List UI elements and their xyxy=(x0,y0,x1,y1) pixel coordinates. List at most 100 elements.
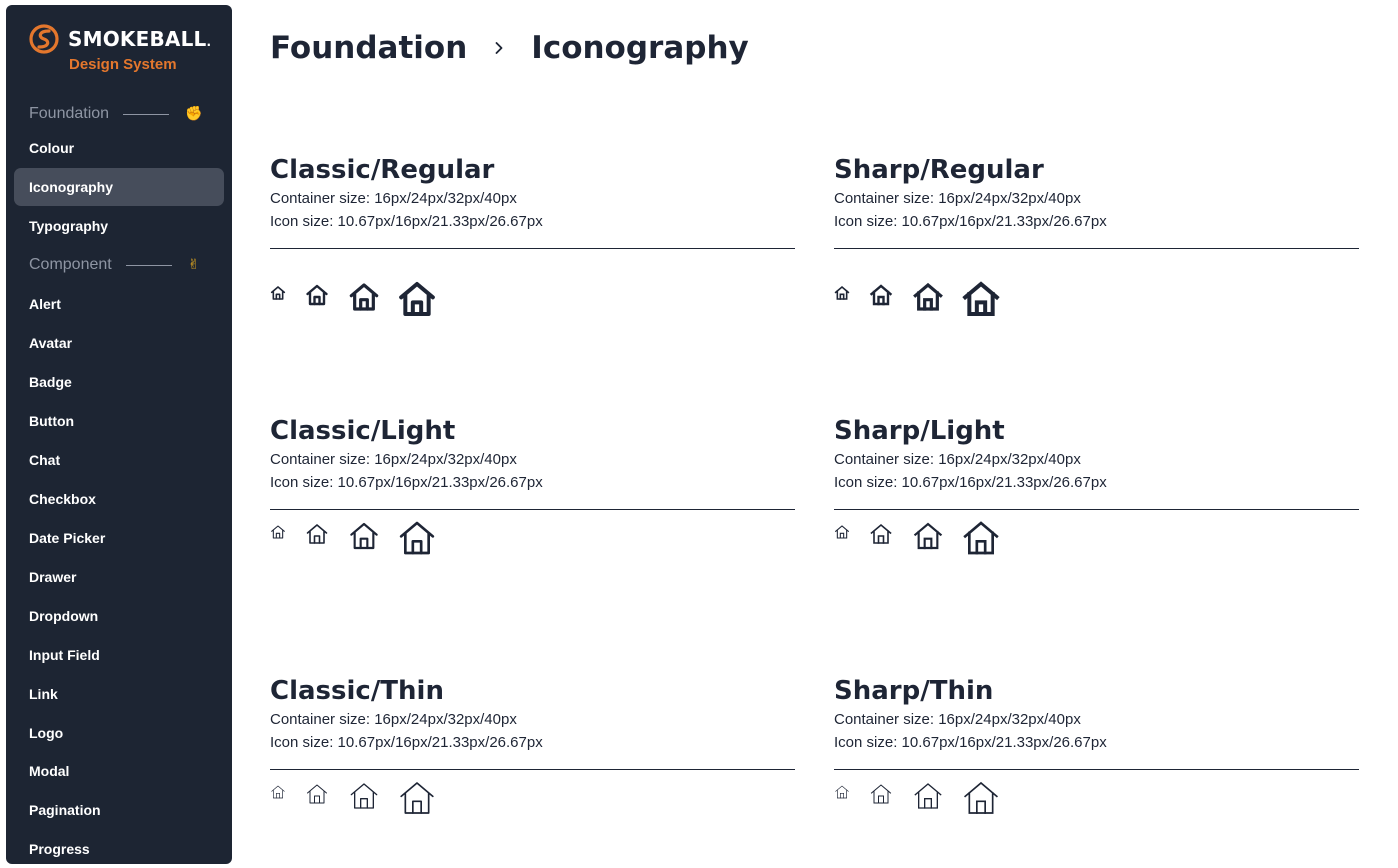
house-icon xyxy=(350,783,378,809)
sidebar-item-label: Typography xyxy=(29,218,109,234)
chevron-right-icon xyxy=(495,42,503,54)
sidebar-item-label: Alert xyxy=(29,296,61,312)
icon-sample-row xyxy=(834,781,1034,828)
sidebar-item-colour[interactable]: Colour xyxy=(14,129,224,167)
house-icon xyxy=(870,784,892,804)
sidebar-item-label: Chat xyxy=(29,452,61,468)
house-icon xyxy=(914,783,942,809)
sidebar-item-checkbox[interactable]: Checkbox xyxy=(14,480,224,518)
section-component: Component ✌ xyxy=(29,254,199,276)
sidebar-item-label: Badge xyxy=(29,374,72,390)
sidebar-item-label: Pagination xyxy=(29,802,101,818)
icon-set-sharp-thin: Sharp/Thin Container size: 16px/24px/32p… xyxy=(834,674,1360,814)
divider xyxy=(125,264,172,266)
section-label: Component xyxy=(29,256,112,273)
container-size-text: Container size: 16px/24px/32px/40px xyxy=(834,711,1081,728)
house-icon xyxy=(835,785,849,799)
icon-set-classic-regular: Classic/Regular Container size: 16px/24p… xyxy=(270,153,796,316)
sidebar-item-modal[interactable]: Modal xyxy=(14,752,224,790)
sidebar-item-label: Date Picker xyxy=(29,530,106,546)
sidebar-item-label: Avatar xyxy=(29,335,73,351)
card-title: Classic/Light xyxy=(270,416,456,446)
icon-sample-row xyxy=(270,282,470,329)
sidebar-item-progress[interactable]: Progress xyxy=(14,830,224,864)
brand-name: SMOKEBALL. xyxy=(68,27,212,51)
sidebar-item-badge[interactable]: Badge xyxy=(14,363,224,401)
breadcrumb: Foundation Iconography xyxy=(270,26,749,70)
icon-size-text: Icon size: 10.67px/16px/21.33px/26.67px xyxy=(270,213,543,230)
house-icon xyxy=(271,785,285,799)
icon-set-classic-light: Classic/Light Container size: 16px/24px/… xyxy=(270,414,796,555)
sidebar-item-dropdown[interactable]: Dropdown xyxy=(14,597,224,635)
icon-sample-row xyxy=(834,281,1034,329)
victory-hand-emoji-icon: ✌ xyxy=(187,257,200,273)
divider xyxy=(834,509,1359,510)
card-title: Sharp/Regular xyxy=(834,155,1044,185)
card-title: Classic/Regular xyxy=(270,155,495,185)
sidebar-item-logo[interactable]: Logo xyxy=(14,714,224,752)
house-icon xyxy=(270,286,286,300)
container-size-text: Container size: 16px/24px/32px/40px xyxy=(270,451,517,468)
sidebar-item-label: Progress xyxy=(29,841,90,857)
sidebar-item-pagination[interactable]: Pagination xyxy=(14,791,224,829)
house-icon xyxy=(399,521,435,555)
house-icon xyxy=(307,784,328,804)
sidebar-item-iconography[interactable]: Iconography xyxy=(14,168,224,206)
sidebar-item-typography[interactable]: Typography xyxy=(14,207,224,245)
container-size-text: Container size: 16px/24px/32px/40px xyxy=(270,190,517,207)
sidebar-item-button[interactable]: Button xyxy=(14,402,224,440)
house-icon xyxy=(913,282,943,311)
house-icon xyxy=(834,285,850,300)
house-icon xyxy=(870,523,892,544)
divider xyxy=(834,248,1359,249)
icon-size-text: Icon size: 10.67px/16px/21.33px/26.67px xyxy=(270,734,543,751)
house-icon xyxy=(962,281,1000,316)
card-title: Sharp/Thin xyxy=(834,676,994,706)
sidebar-item-drawer[interactable]: Drawer xyxy=(14,558,224,596)
sidebar-item-label: Dropdown xyxy=(29,608,99,624)
icon-sample-row xyxy=(834,521,1034,568)
sidebar-item-label: Colour xyxy=(29,140,75,156)
sidebar-item-avatar[interactable]: Avatar xyxy=(14,324,224,362)
icon-set-sharp-light: Sharp/Light Container size: 16px/24px/32… xyxy=(834,414,1360,555)
sidebar-item-label: Link xyxy=(29,686,58,702)
sidebar-item-label: Modal xyxy=(29,763,70,779)
sidebar-item-label: Iconography xyxy=(29,179,114,195)
house-icon xyxy=(834,525,850,539)
sidebar-item-alert[interactable]: Alert xyxy=(14,285,224,323)
house-icon xyxy=(350,522,378,550)
icon-size-text: Icon size: 10.67px/16px/21.33px/26.67px xyxy=(834,734,1107,751)
card-title: Classic/Thin xyxy=(270,676,444,706)
breadcrumb-parent[interactable]: Foundation xyxy=(270,30,467,66)
divider xyxy=(270,248,795,249)
section-foundation: Foundation ✊ xyxy=(29,103,203,125)
icon-size-text: Icon size: 10.67px/16px/21.33px/26.67px xyxy=(834,474,1107,491)
divider xyxy=(123,113,170,115)
house-icon xyxy=(306,284,328,306)
house-icon xyxy=(400,782,434,814)
sidebar-item-input-field[interactable]: Input Field xyxy=(14,636,224,674)
icon-set-sharp-regular: Sharp/Regular Container size: 16px/24px/… xyxy=(834,153,1360,316)
house-icon xyxy=(963,521,999,555)
house-icon xyxy=(271,525,285,539)
sidebar-item-label: Drawer xyxy=(29,569,77,585)
sidebar-item-chat[interactable]: Chat xyxy=(14,441,224,479)
brand[interactable]: SMOKEBALL. Design System xyxy=(28,21,218,81)
divider xyxy=(270,509,795,510)
container-size-text: Container size: 16px/24px/32px/40px xyxy=(270,711,517,728)
sidebar-item-date-picker[interactable]: Date Picker xyxy=(14,519,224,557)
sidebar-item-label: Checkbox xyxy=(29,491,96,507)
fist-emoji-icon: ✊ xyxy=(185,106,203,122)
sidebar-item-label: Logo xyxy=(29,725,64,741)
container-size-text: Container size: 16px/24px/32px/40px xyxy=(834,451,1081,468)
breadcrumb-current: Iconography xyxy=(531,30,749,66)
sidebar-item-link[interactable]: Link xyxy=(14,675,224,713)
divider xyxy=(834,769,1359,770)
house-icon xyxy=(306,524,328,544)
icon-set-classic-thin: Classic/Thin Container size: 16px/24px/3… xyxy=(270,674,796,814)
card-title: Sharp/Light xyxy=(834,416,1005,446)
house-icon xyxy=(913,522,943,550)
sidebar-item-label: Button xyxy=(29,413,75,429)
smokeball-logo-icon xyxy=(29,24,59,54)
sidebar: SMOKEBALL. Design System Foundation ✊ Co… xyxy=(6,5,232,864)
